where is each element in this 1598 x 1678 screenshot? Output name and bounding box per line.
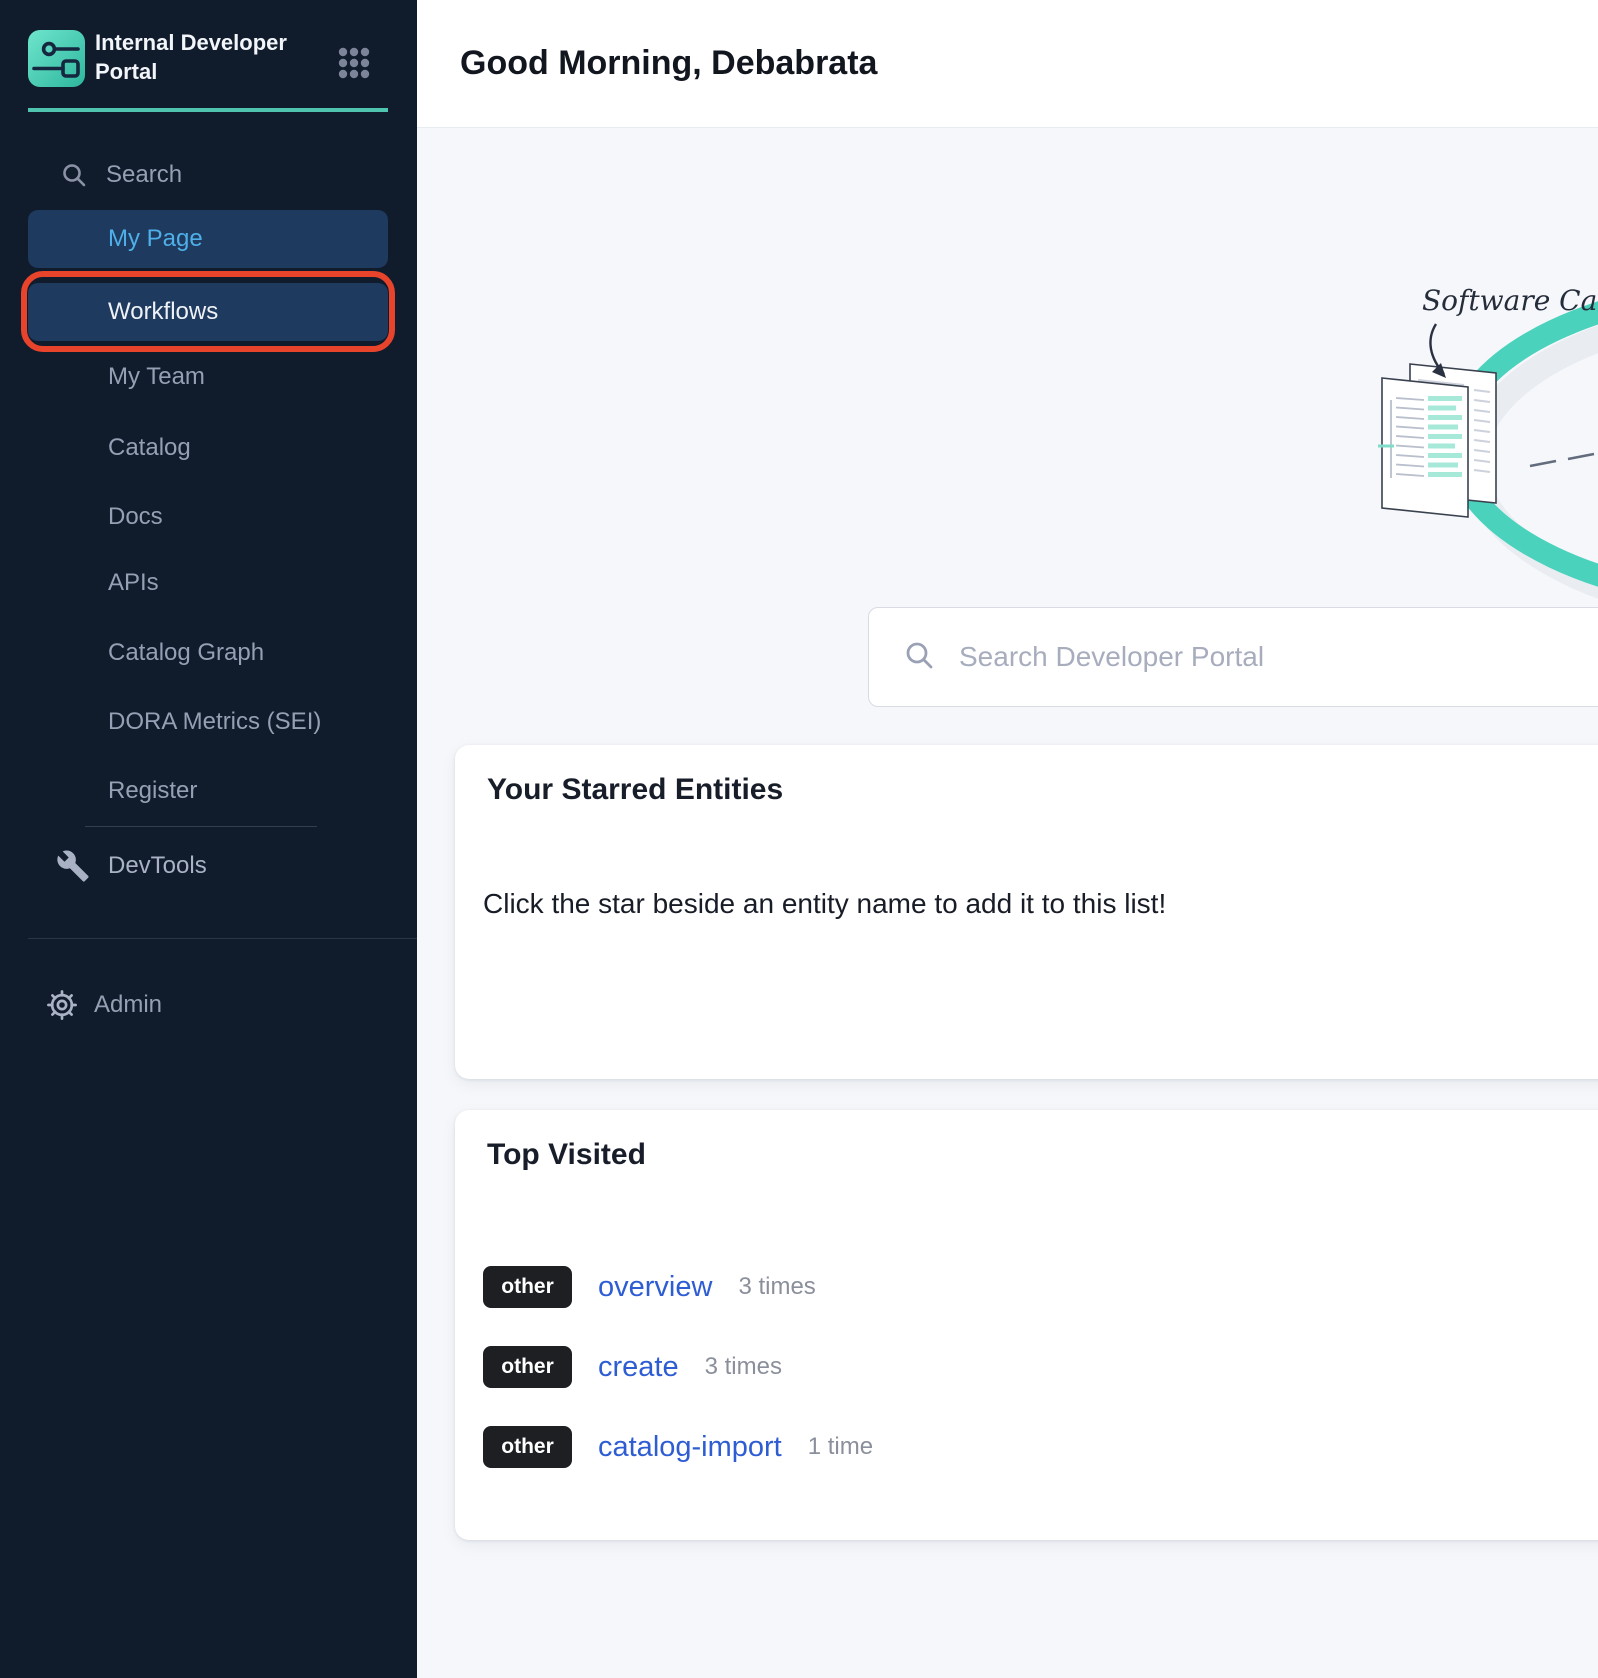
sidebar-item-workflows[interactable]: Workflows <box>28 283 388 341</box>
sidebar-item-label: Workflows <box>108 298 218 326</box>
sidebar-item-catalog-graph[interactable]: Catalog Graph <box>28 630 388 676</box>
sidebar-item-catalog[interactable]: Catalog <box>28 425 388 471</box>
sidebar-divider <box>28 938 417 939</box>
page-header: Good Morning, Debabrata <box>417 0 1598 128</box>
greeting-title: Good Morning, Debabrata <box>460 44 877 83</box>
card-title: Top Visited <box>487 1138 646 1172</box>
brand-title: Internal Developer Portal <box>95 28 335 86</box>
sidebar-item-search[interactable]: Search <box>28 152 388 198</box>
sidebar-item-label: DevTools <box>108 852 207 880</box>
sidebar-item-label: DORA Metrics (SEI) <box>108 708 321 736</box>
starred-empty-message: Click the star beside an entity name to … <box>483 886 1166 922</box>
sidebar-item-label: My Team <box>108 363 205 391</box>
sidebar-item-label: Register <box>108 777 197 805</box>
card-title: Your Starred Entities <box>487 773 783 807</box>
sidebar-item-label: Search <box>106 161 182 189</box>
sidebar-item-label: Admin <box>94 991 162 1019</box>
visit-count: 1 time <box>808 1433 873 1461</box>
sidebar-item-admin[interactable]: Admin <box>28 982 388 1028</box>
visit-count: 3 times <box>705 1353 782 1381</box>
sidebar-item-apis[interactable]: APIs <box>28 560 388 606</box>
portal-search-bar[interactable] <box>868 607 1598 707</box>
sidebar-item-label: APIs <box>108 569 159 597</box>
starred-entities-card: Your Starred Entities Click the star bes… <box>455 745 1598 1079</box>
sidebar-item-label: Catalog Graph <box>108 639 264 667</box>
visit-count: 3 times <box>738 1273 815 1301</box>
sidebar-item-label: Docs <box>108 503 163 531</box>
apps-grid-icon[interactable] <box>337 46 371 80</box>
sidebar-item-my-team[interactable]: My Team <box>28 354 388 400</box>
search-icon <box>903 639 935 676</box>
kind-badge: other <box>483 1266 572 1308</box>
top-visited-row: other catalog-import 1 time <box>483 1426 873 1468</box>
sidebar-item-dora-metrics[interactable]: DORA Metrics (SEI) <box>28 699 388 745</box>
search-icon <box>60 161 88 189</box>
top-visited-card: Top Visited other overview 3 times other… <box>455 1110 1598 1540</box>
top-visited-row: other overview 3 times <box>483 1266 816 1308</box>
entity-link-create[interactable]: create <box>598 1351 679 1384</box>
brand-logo-icon <box>28 30 85 87</box>
sidebar-item-label: My Page <box>108 225 203 253</box>
kind-badge: other <box>483 1346 572 1388</box>
entity-link-catalog-import[interactable]: catalog-import <box>598 1431 782 1464</box>
wrench-icon <box>56 849 90 883</box>
main-content: Good Morning, Debabrata <box>417 0 1598 1678</box>
sidebar: Internal Developer Portal Search My Page <box>0 0 417 1678</box>
sidebar-item-register[interactable]: Register <box>28 768 388 814</box>
kind-badge: other <box>483 1426 572 1468</box>
sidebar-item-docs[interactable]: Docs <box>28 494 388 540</box>
entity-link-overview[interactable]: overview <box>598 1271 712 1304</box>
sidebar-item-my-page[interactable]: My Page <box>28 210 388 268</box>
sidebar-divider <box>85 826 317 827</box>
sidebar-accent-rule <box>28 108 388 112</box>
search-input[interactable] <box>957 640 1561 674</box>
app-root: Internal Developer Portal Search My Page <box>0 0 1598 1678</box>
illustration-label: Software Catalog <box>1422 284 1598 317</box>
sidebar-item-devtools[interactable]: DevTools <box>28 840 388 892</box>
sidebar-item-label: Catalog <box>108 434 191 462</box>
top-visited-row: other create 3 times <box>483 1346 782 1388</box>
gear-icon <box>46 989 78 1021</box>
